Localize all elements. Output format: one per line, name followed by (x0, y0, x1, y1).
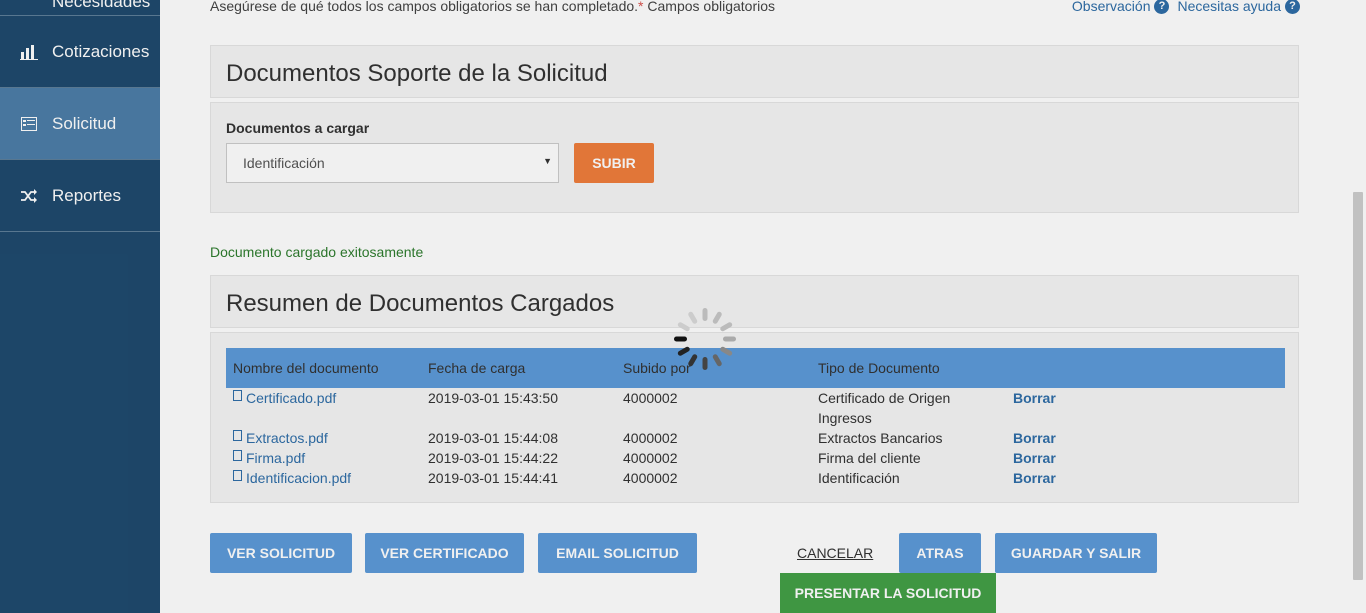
scrollbar-thumb[interactable] (1353, 192, 1363, 580)
page-scrollbar[interactable] (1350, 0, 1366, 613)
loading-spinner-icon (674, 308, 736, 370)
